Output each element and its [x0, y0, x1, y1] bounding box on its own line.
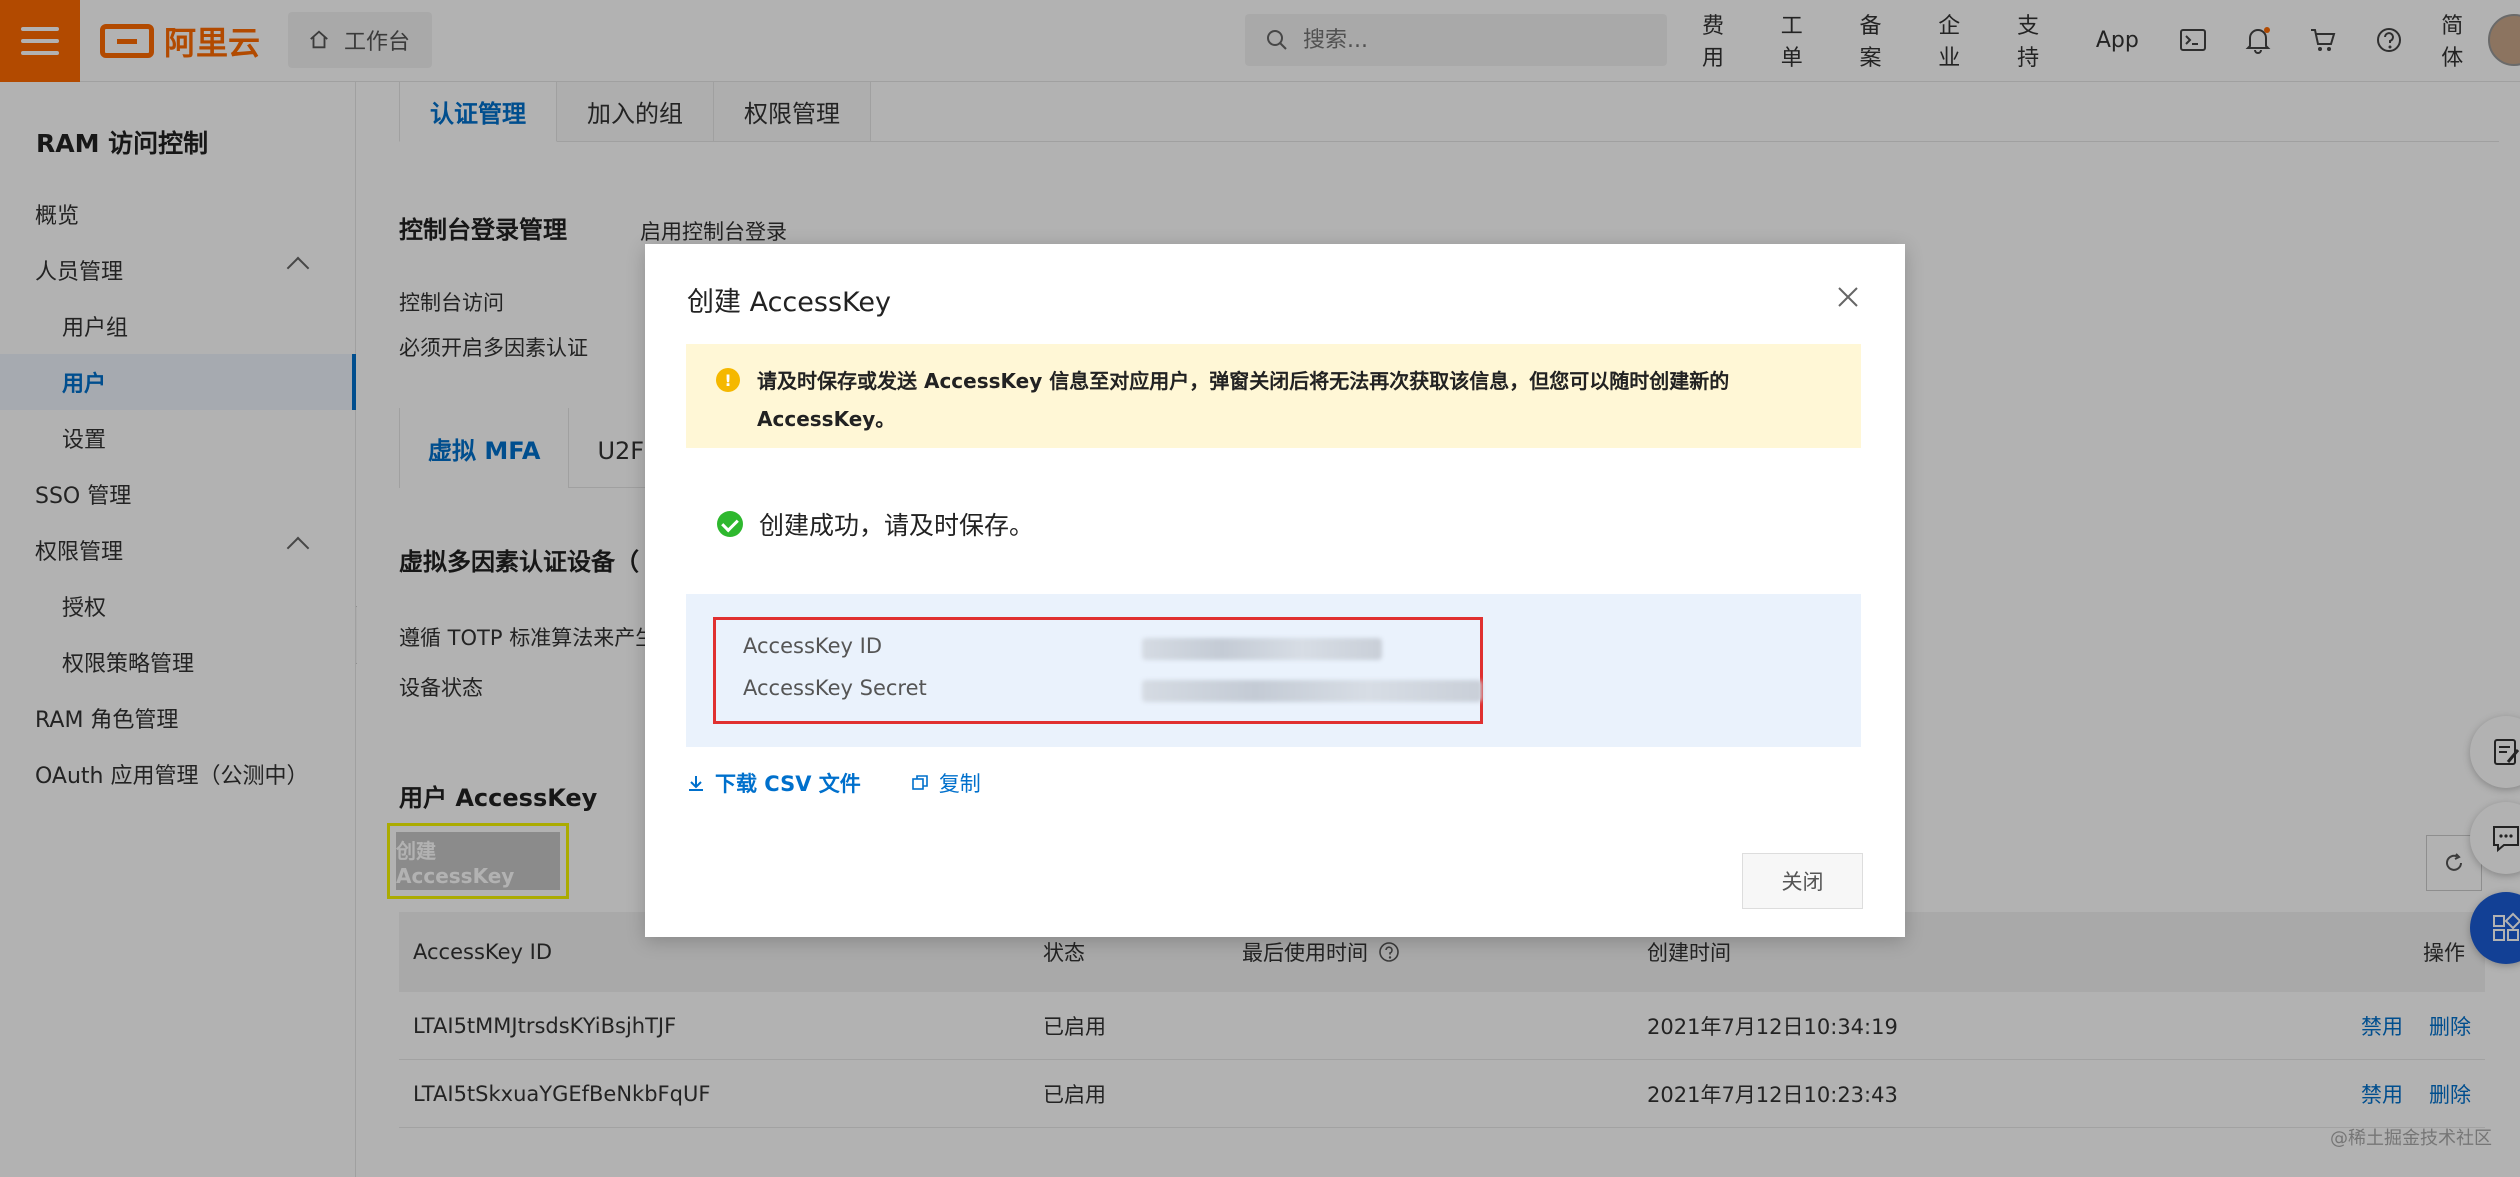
copy-link[interactable]: 复制 — [911, 768, 981, 798]
dialog-title: 创建 AccessKey — [687, 287, 891, 318]
close-dialog-button[interactable]: 关闭 — [1742, 853, 1863, 909]
dialog-actions: 下载 CSV 文件 复制 — [687, 768, 981, 798]
accesskey-secret-label: AccessKey Secret — [743, 676, 927, 700]
download-csv-label: 下载 CSV 文件 — [715, 772, 861, 796]
check-circle-icon — [717, 511, 743, 537]
accesskey-info-box: AccessKey ID AccessKey Secret — [686, 594, 1861, 747]
accesskey-id-value-redacted — [1142, 638, 1382, 660]
warning-icon: ! — [716, 368, 740, 392]
copy-icon — [912, 775, 928, 790]
copy-label: 复制 — [938, 772, 981, 796]
download-csv-link[interactable]: 下载 CSV 文件 — [687, 768, 861, 798]
close-icon[interactable] — [1835, 284, 1861, 310]
app-root: 阿里云 工作台 费用 工单 备案 企业 支持 App — [0, 0, 2520, 1177]
accesskey-secret-value-redacted — [1142, 680, 1482, 702]
download-icon — [689, 776, 703, 791]
warning-text: 请及时保存或发送 AccessKey 信息至对应用户，弹窗关闭后将无法再次获取该… — [757, 369, 1730, 431]
warning-banner: ! 请及时保存或发送 AccessKey 信息至对应用户，弹窗关闭后将无法再次获… — [686, 344, 1861, 448]
create-accesskey-dialog: 创建 AccessKey ! 请及时保存或发送 AccessKey 信息至对应用… — [645, 244, 1905, 937]
success-text: 创建成功，请及时保存。 — [759, 511, 1035, 540]
success-message: 创建成功，请及时保存。 — [717, 506, 1034, 542]
accesskey-id-label: AccessKey ID — [743, 634, 883, 658]
